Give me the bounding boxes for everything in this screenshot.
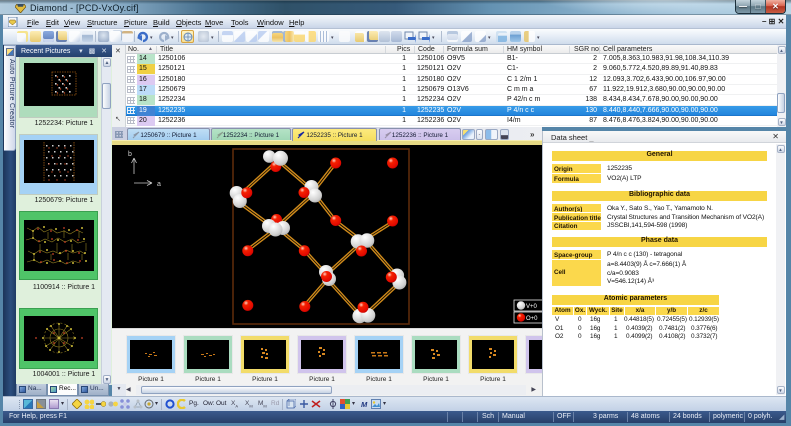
svg-text:a: a bbox=[157, 181, 161, 188]
svg-text:b: b bbox=[128, 151, 132, 158]
svg-text:V+0: V+0 bbox=[526, 304, 538, 310]
svg-text:O+0: O+0 bbox=[526, 316, 538, 322]
